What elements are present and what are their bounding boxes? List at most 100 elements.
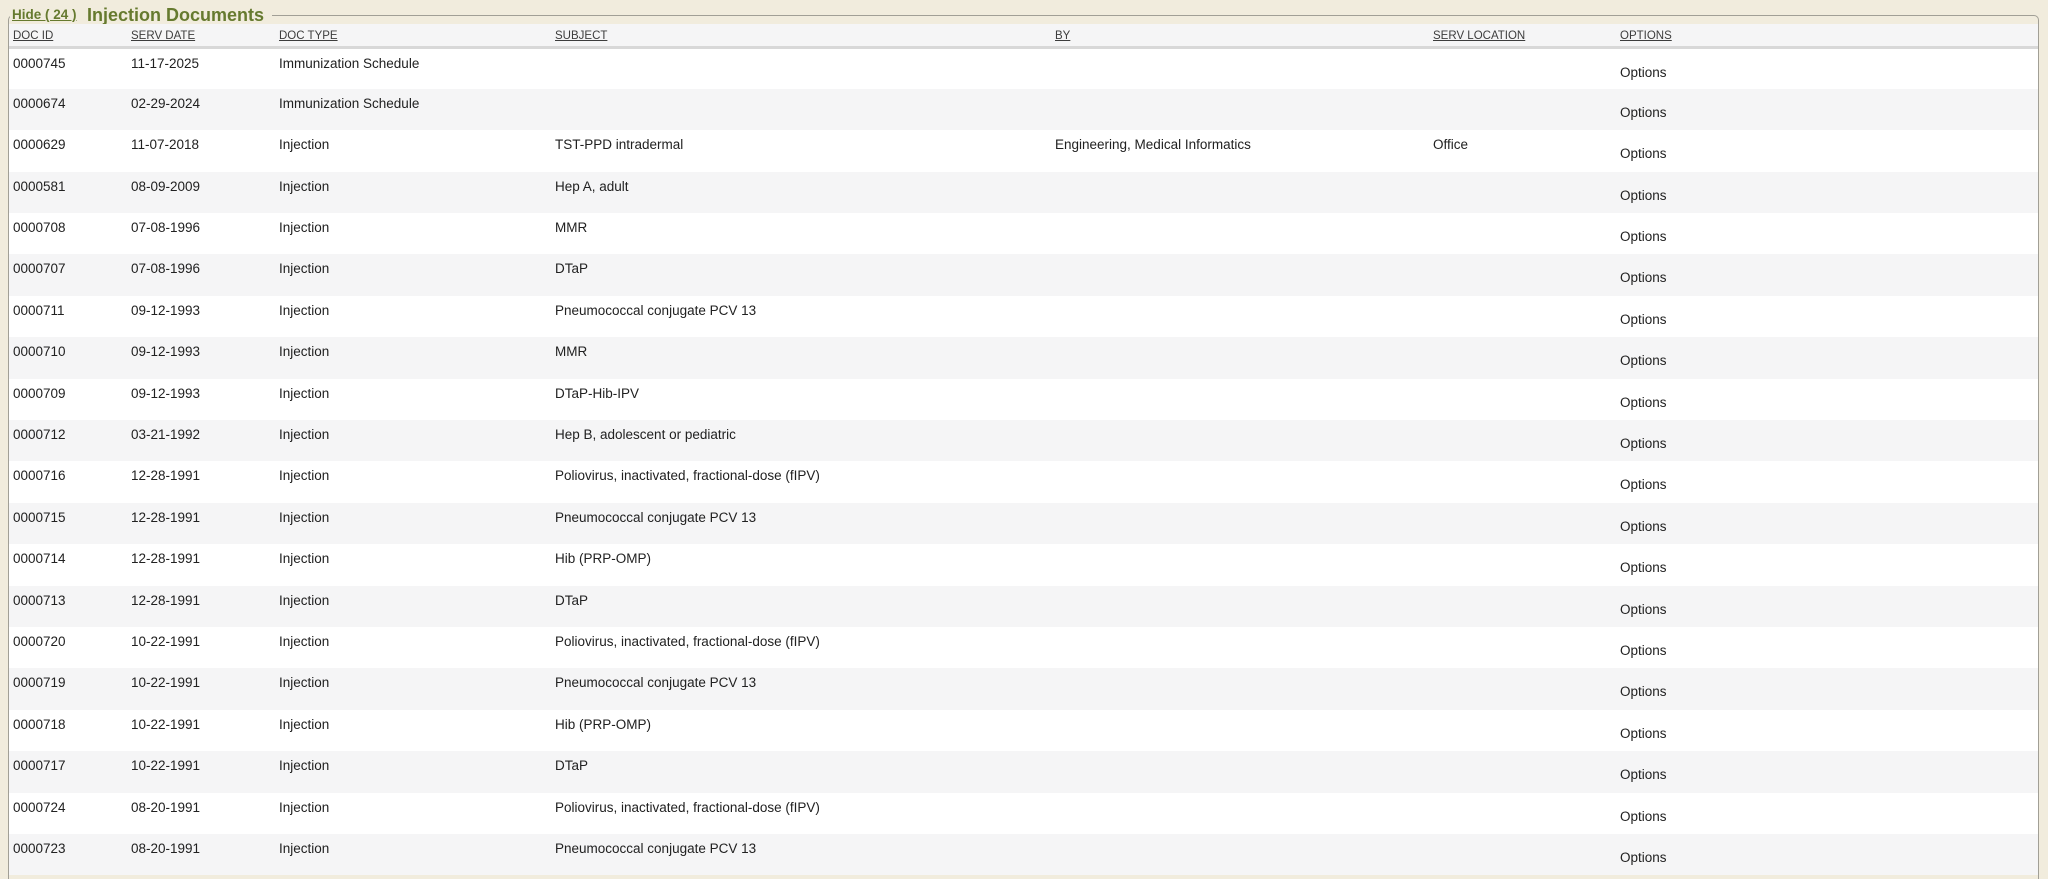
cell-subject: Hib (PRP-OMP) — [551, 544, 1051, 585]
column-header-doc-id[interactable]: DOC ID — [13, 30, 53, 42]
cell-serv-location — [1429, 503, 1616, 544]
cell-doc-type: Immunization Schedule — [275, 89, 551, 130]
row-options-button[interactable]: Options — [1620, 229, 1667, 244]
cell-by — [1051, 89, 1429, 130]
row-options-button[interactable]: Options — [1620, 850, 1667, 865]
cell-options: Options — [1616, 710, 2038, 751]
cell-subject: Pneumococcal conjugate PCV 13 — [551, 834, 1051, 875]
table-row: 0000720 10-22-1991 Injection Poliovirus,… — [9, 627, 2038, 668]
row-options-button[interactable]: Options — [1620, 809, 1667, 824]
table-row: 0000710 09-12-1993 Injection MMR Options — [9, 337, 2038, 378]
cell-doc-type: Injection — [275, 130, 551, 171]
cell-doc-id: 0000713 — [9, 586, 127, 627]
cell-serv-location — [1429, 710, 1616, 751]
cell-serv-location — [1429, 48, 1616, 89]
row-options-button[interactable]: Options — [1620, 643, 1667, 658]
row-options-button[interactable]: Options — [1620, 560, 1667, 575]
cell-serv-date: 08-09-2009 — [127, 172, 275, 213]
cell-options: Options — [1616, 172, 2038, 213]
cell-by — [1051, 337, 1429, 378]
table-row: 0000713 12-28-1991 Injection DTaP Option… — [9, 586, 2038, 627]
column-header-serv-date[interactable]: SERV DATE — [131, 30, 195, 42]
cell-options: Options — [1616, 420, 2038, 461]
cell-doc-id: 0000581 — [9, 172, 127, 213]
row-options-button[interactable]: Options — [1620, 519, 1667, 534]
cell-doc-id: 0000717 — [9, 751, 127, 792]
row-options-button[interactable]: Options — [1620, 353, 1667, 368]
table-row: 0000629 11-07-2018 Injection TST-PPD int… — [9, 130, 2038, 171]
cell-doc-type: Injection — [275, 793, 551, 834]
cell-doc-id: 0000712 — [9, 420, 127, 461]
cell-serv-location — [1429, 420, 1616, 461]
column-header-serv-location[interactable]: SERV LOCATION — [1433, 30, 1525, 42]
cell-subject: Poliovirus, inactivated, fractional-dose… — [551, 627, 1051, 668]
column-header-subject[interactable]: SUBJECT — [555, 30, 607, 42]
row-options-button[interactable]: Options — [1620, 312, 1667, 327]
cell-serv-location — [1429, 834, 1616, 875]
cell-options: Options — [1616, 586, 2038, 627]
cell-subject: Poliovirus, inactivated, fractional-dose… — [551, 461, 1051, 502]
cell-subject: DTaP-Hib-IPV — [551, 379, 1051, 420]
row-options-button[interactable]: Options — [1620, 105, 1667, 120]
cell-options: Options — [1616, 296, 2038, 337]
table-row: 0000674 02-29-2024 Immunization Schedule… — [9, 89, 2038, 130]
table-row: 0000712 03-21-1992 Injection Hep B, adol… — [9, 420, 2038, 461]
row-options-button[interactable]: Options — [1620, 395, 1667, 410]
cell-serv-date: 09-12-1993 — [127, 379, 275, 420]
table-row: 0000711 09-12-1993 Injection Pneumococca… — [9, 296, 2038, 337]
cell-subject: Pneumococcal conjugate PCV 13 — [551, 668, 1051, 709]
cell-options: Options — [1616, 337, 2038, 378]
cell-serv-date: 12-28-1991 — [127, 586, 275, 627]
row-options-button[interactable]: Options — [1620, 65, 1667, 80]
cell-doc-id: 0000711 — [9, 296, 127, 337]
cell-doc-type: Injection — [275, 668, 551, 709]
hide-toggle-link[interactable]: Hide ( 24 ) — [12, 7, 77, 22]
row-options-button[interactable]: Options — [1620, 188, 1667, 203]
cell-subject: DTaP — [551, 254, 1051, 295]
cell-doc-type: Injection — [275, 834, 551, 875]
cell-subject — [551, 89, 1051, 130]
cell-subject: DTaP — [551, 586, 1051, 627]
cell-subject: MMR — [551, 213, 1051, 254]
table-row: 0000723 08-20-1991 Injection Pneumococca… — [9, 834, 2038, 875]
table-row: 0000715 12-28-1991 Injection Pneumococca… — [9, 503, 2038, 544]
row-options-button[interactable]: Options — [1620, 436, 1667, 451]
row-options-button[interactable]: Options — [1620, 146, 1667, 161]
row-options-button[interactable]: Options — [1620, 477, 1667, 492]
documents-table: DOC ID SERV DATE DOC TYPE SUBJECT BY SER… — [9, 24, 2038, 875]
table-row: 0000724 08-20-1991 Injection Poliovirus,… — [9, 793, 2038, 834]
cell-serv-location — [1429, 254, 1616, 295]
cell-by — [1051, 296, 1429, 337]
cell-by — [1051, 379, 1429, 420]
row-options-button[interactable]: Options — [1620, 767, 1667, 782]
cell-doc-type: Injection — [275, 254, 551, 295]
column-header-by[interactable]: BY — [1055, 30, 1070, 42]
cell-serv-location — [1429, 793, 1616, 834]
cell-options: Options — [1616, 627, 2038, 668]
cell-serv-date: 03-21-1992 — [127, 420, 275, 461]
row-options-button[interactable]: Options — [1620, 684, 1667, 699]
column-header-doc-type[interactable]: DOC TYPE — [279, 30, 338, 42]
table-row: 0000581 08-09-2009 Injection Hep A, adul… — [9, 172, 2038, 213]
cell-doc-id: 0000674 — [9, 89, 127, 130]
cell-by — [1051, 503, 1429, 544]
column-header-options[interactable]: OPTIONS — [1620, 30, 1672, 42]
cell-serv-date: 09-12-1993 — [127, 337, 275, 378]
cell-serv-date: 10-22-1991 — [127, 710, 275, 751]
cell-by — [1051, 751, 1429, 792]
row-options-button[interactable]: Options — [1620, 602, 1667, 617]
cell-subject — [551, 48, 1051, 89]
cell-by — [1051, 586, 1429, 627]
cell-options: Options — [1616, 793, 2038, 834]
cell-by — [1051, 627, 1429, 668]
cell-serv-location — [1429, 544, 1616, 585]
cell-doc-id: 0000745 — [9, 48, 127, 89]
row-options-button[interactable]: Options — [1620, 726, 1667, 741]
row-options-button[interactable]: Options — [1620, 270, 1667, 285]
cell-options: Options — [1616, 461, 2038, 502]
cell-serv-location — [1429, 337, 1616, 378]
cell-doc-id: 0000710 — [9, 337, 127, 378]
cell-options: Options — [1616, 544, 2038, 585]
cell-doc-id: 0000714 — [9, 544, 127, 585]
cell-options: Options — [1616, 89, 2038, 130]
